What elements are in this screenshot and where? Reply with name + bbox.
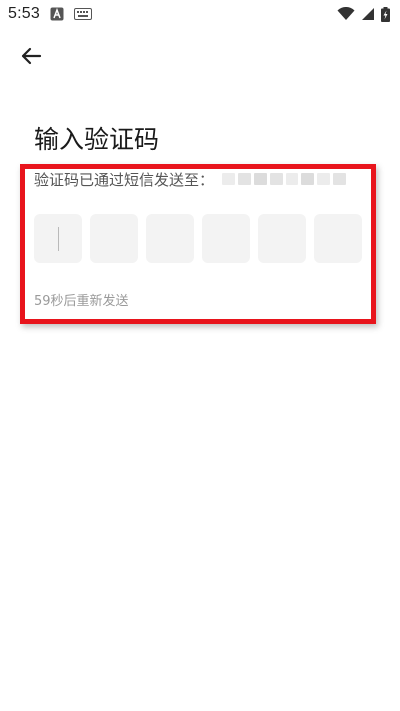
otp-digit-2[interactable] [90, 214, 138, 263]
otp-input-row [34, 214, 362, 263]
sms-sent-label: 验证码已通过短信发送至： [34, 170, 215, 189]
a-icon [50, 7, 64, 21]
wifi-icon [337, 7, 355, 21]
battery-charging-icon [381, 6, 390, 22]
sms-sent-line: 验证码已通过短信发送至： [34, 168, 347, 190]
otp-digit-4[interactable] [202, 214, 250, 263]
otp-digit-5[interactable] [258, 214, 306, 263]
signal-icon [361, 7, 375, 21]
status-right [337, 6, 390, 22]
otp-digit-6[interactable] [314, 214, 362, 263]
arrow-left-icon [20, 47, 42, 69]
masked-phone-number [222, 172, 347, 186]
status-left: 5:53 [8, 5, 92, 23]
otp-digit-3[interactable] [146, 214, 194, 263]
page-title: 输入验证码 [34, 125, 160, 154]
otp-digit-1[interactable] [34, 214, 82, 263]
status-time: 5:53 [8, 5, 40, 22]
keyboard-icon [73, 8, 92, 20]
resend-countdown: 59秒后重新发送 [34, 294, 129, 309]
back-button[interactable] [16, 44, 46, 72]
status-bar: 5:53 [0, 0, 400, 28]
text-cursor [58, 227, 59, 251]
